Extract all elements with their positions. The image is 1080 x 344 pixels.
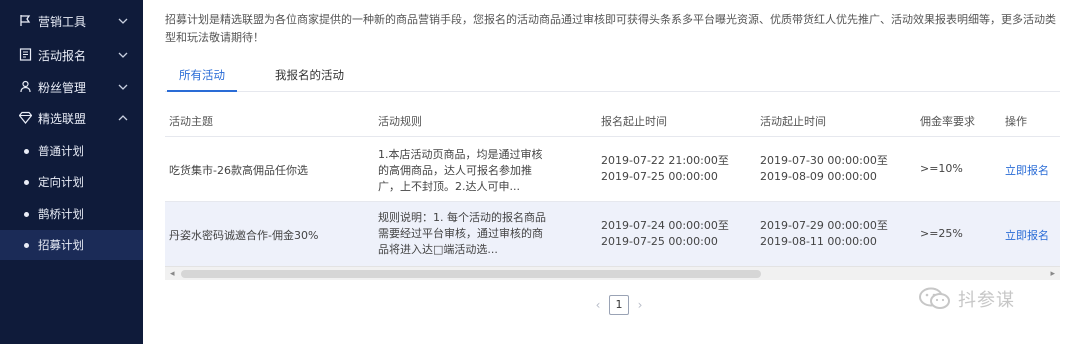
column-header-action: 操作 xyxy=(1005,115,1027,128)
sidebar-item-targeted-plan[interactable]: 定向计划 xyxy=(0,167,143,197)
page-number-current[interactable]: 1 xyxy=(609,295,629,315)
chevron-down-icon xyxy=(118,49,128,59)
signup-start: 2019-07-22 21:00:00至 xyxy=(601,154,729,167)
horizontal-scrollbar[interactable]: ◂ ▸ xyxy=(165,266,1060,280)
sidebar-item-label: 招募计划 xyxy=(38,238,84,252)
sidebar: 营销工具 活动报名 粉丝管理 精选联盟 普通计划 定向计划 鹊桥计划 招募计划 xyxy=(0,0,143,344)
prev-page-icon[interactable]: ‹ xyxy=(591,298,605,312)
activity-end: 2019-08-11 00:00:00 xyxy=(760,235,877,248)
scroll-right-arrow-icon[interactable]: ▸ xyxy=(1050,269,1055,279)
column-header-rule: 活动规则 xyxy=(378,115,422,128)
signup-now-link[interactable]: 立即报名 xyxy=(1005,227,1049,243)
sidebar-menu-label: 粉丝管理 xyxy=(38,81,87,95)
sidebar-item-normal-plan[interactable]: 普通计划 xyxy=(0,136,143,166)
form-icon xyxy=(19,48,32,61)
fans-icon xyxy=(19,80,32,93)
signup-end: 2019-07-25 00:00:00 xyxy=(601,235,718,248)
watermark-text: 抖参谋 xyxy=(958,290,1015,311)
row-commission: >=10% xyxy=(920,162,963,175)
row-theme: 吃货集市-26款高佣品任你选 xyxy=(169,164,308,177)
sidebar-menu-label: 活动报名 xyxy=(38,49,87,63)
flag-icon xyxy=(19,14,32,27)
sidebar-menu-activity-signup[interactable]: 活动报名 xyxy=(0,40,143,70)
sidebar-menu-selected-alliance[interactable]: 精选联盟 xyxy=(0,103,143,133)
sidebar-item-label: 定向计划 xyxy=(38,175,84,189)
sidebar-item-magpie-bridge-plan[interactable]: 鹊桥计划 xyxy=(0,199,143,229)
page-description: 招募计划是精选联盟为各位商家提供的一种新的商品营销手段，您报名的活动商品通过审核… xyxy=(165,13,1056,44)
scroll-left-arrow-icon[interactable]: ◂ xyxy=(170,269,175,279)
next-page-icon[interactable]: › xyxy=(633,298,647,312)
row-theme: 丹姿水密码诚邀合作-佣金30% xyxy=(169,229,319,242)
row-signup-time: 2019-07-24 00:00:00至 2019-07-25 00:00:00 xyxy=(601,218,729,250)
table-row: 丹姿水密码诚邀合作-佣金30% 规则说明：1. 每个活动的报名商品需要经过平台审… xyxy=(165,202,1060,267)
sidebar-menu-label: 精选联盟 xyxy=(38,112,87,126)
row-rule: 规则说明：1. 每个活动的报名商品需要经过平台审核，通过审核的商品将进入达□端活… xyxy=(378,211,546,256)
bullet-icon xyxy=(24,212,29,217)
tab-all-activities[interactable]: 所有活动 xyxy=(179,67,225,83)
tab-bar: 所有活动 我报名的活动 xyxy=(165,62,1060,92)
chevron-up-icon xyxy=(118,112,128,122)
bullet-icon xyxy=(24,149,29,154)
bullet-icon xyxy=(24,243,29,248)
sidebar-item-label: 鹊桥计划 xyxy=(38,207,84,221)
tab-my-registered-activities[interactable]: 我报名的活动 xyxy=(275,67,344,83)
table-header: 活动主题 活动规则 报名起止时间 活动起止时间 佣金率要求 操作 xyxy=(165,99,1060,137)
watermark: 抖参谋 xyxy=(918,282,1015,316)
sidebar-menu-marketing-tools[interactable]: 营销工具 xyxy=(0,6,143,36)
sidebar-item-recruit-plan[interactable]: 招募计划 xyxy=(0,230,143,260)
wechat-icon xyxy=(919,287,950,309)
column-header-signup-time: 报名起止时间 xyxy=(601,115,667,128)
column-header-theme: 活动主题 xyxy=(169,115,213,128)
app-root: 营销工具 活动报名 粉丝管理 精选联盟 普通计划 定向计划 鹊桥计划 招募计划 … xyxy=(0,0,1080,344)
row-commission: >=25% xyxy=(920,227,963,240)
signup-end: 2019-07-25 00:00:00 xyxy=(601,170,718,183)
table-row: 吃货集市-26款高佣品任你选 1.本店活动页商品，均是通过审核的高佣商品，达人可… xyxy=(165,137,1060,202)
activity-start: 2019-07-29 00:00:00至 xyxy=(760,219,888,232)
sidebar-item-label: 普通计划 xyxy=(38,144,84,158)
row-signup-time: 2019-07-22 21:00:00至 2019-07-25 00:00:00 xyxy=(601,153,729,185)
bullet-icon xyxy=(24,180,29,185)
column-header-commission: 佣金率要求 xyxy=(920,115,975,128)
row-rule: 1.本店活动页商品，均是通过审核的高佣商品，达人可报名参加推广，上不封顶。2.达… xyxy=(378,148,543,193)
activity-start: 2019-07-30 00:00:00至 xyxy=(760,154,888,167)
chevron-down-icon xyxy=(118,81,128,91)
chevron-down-icon xyxy=(118,15,128,25)
row-activity-time: 2019-07-29 00:00:00至 2019-08-11 00:00:00 xyxy=(760,218,888,250)
pagination: ‹ 1 › xyxy=(591,294,647,316)
row-activity-time: 2019-07-30 00:00:00至 2019-08-09 00:00:00 xyxy=(760,153,888,185)
signup-now-link[interactable]: 立即报名 xyxy=(1005,162,1049,178)
sidebar-menu-label: 营销工具 xyxy=(38,15,87,29)
sidebar-menu-fans-management[interactable]: 粉丝管理 xyxy=(0,72,143,102)
diamond-icon xyxy=(18,111,33,124)
column-header-activity-time: 活动起止时间 xyxy=(760,115,826,128)
activity-end: 2019-08-09 00:00:00 xyxy=(760,170,877,183)
scrollbar-thumb[interactable] xyxy=(181,270,761,278)
active-tab-indicator xyxy=(167,90,237,92)
signup-start: 2019-07-24 00:00:00至 xyxy=(601,219,729,232)
